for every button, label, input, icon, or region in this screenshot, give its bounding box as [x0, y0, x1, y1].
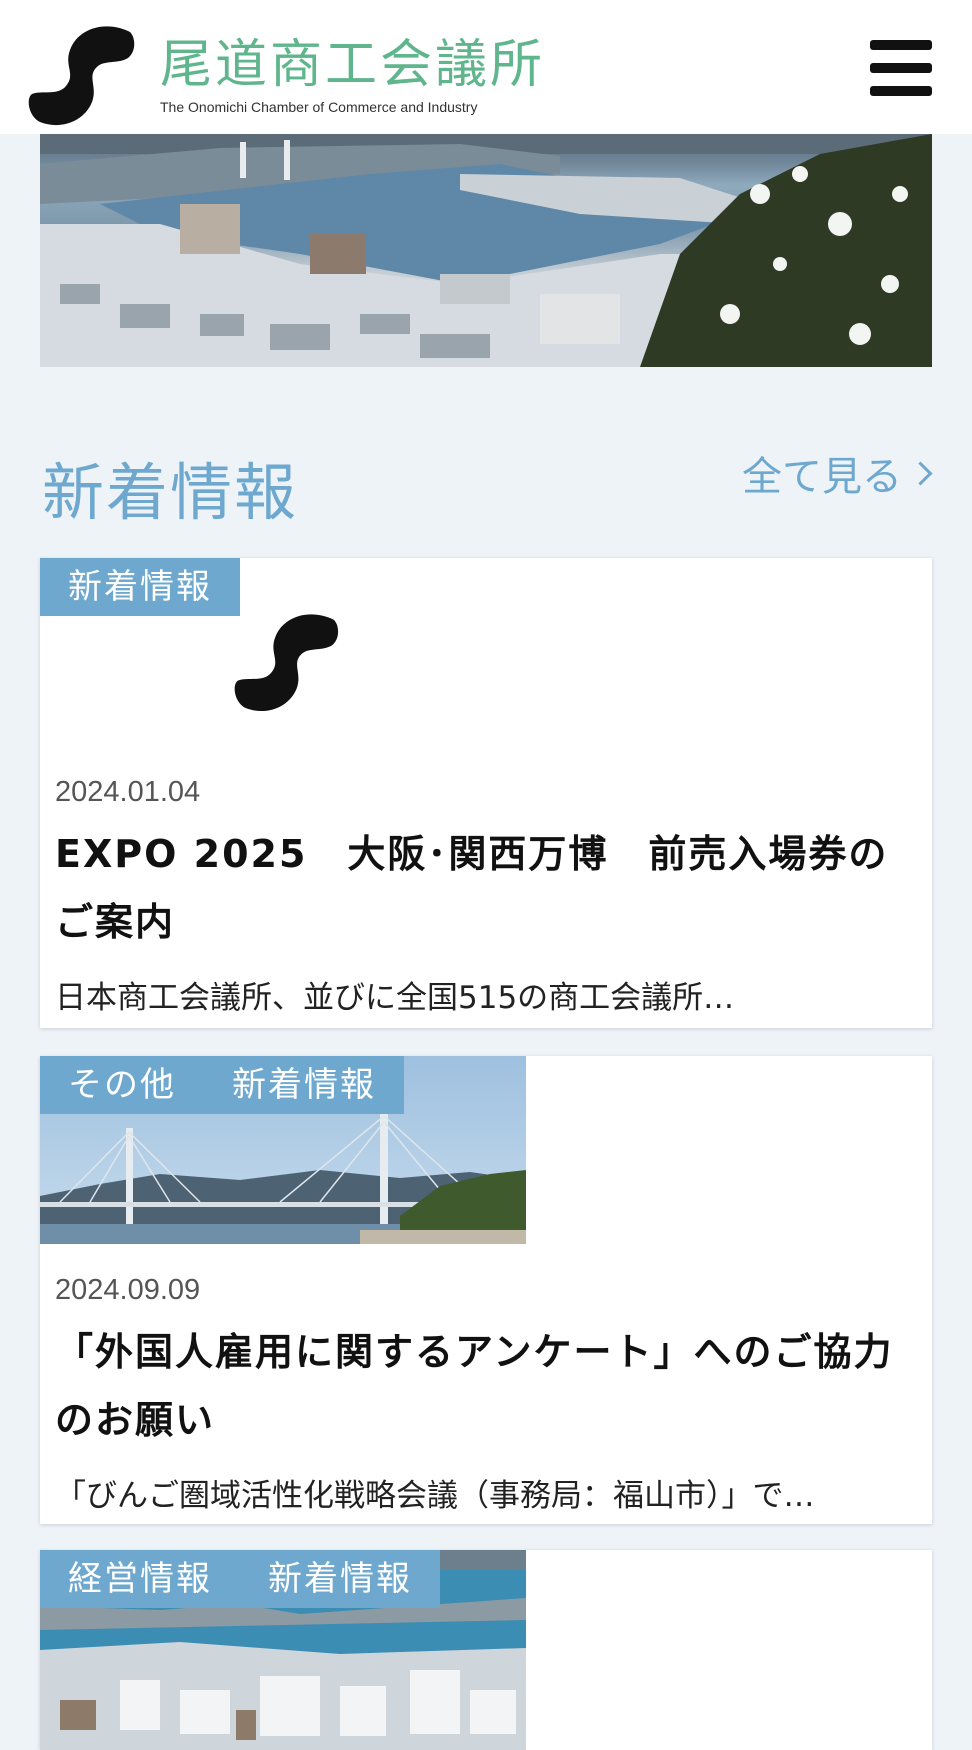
site-title[interactable]: 尾道商工会議所 [160, 22, 545, 97]
post-excerpt: 「びんご圏域活性化戦略会議（事務局：福山市）」で… [55, 1478, 815, 1514]
category-tags: 新着情報 [40, 558, 240, 616]
news-card[interactable]: 新着情報 2024.01.04 EXPO 2025 大阪･関西万博 前売入場券の… [40, 558, 932, 1028]
news-card[interactable]: 経営情報 新着情報 [40, 1550, 932, 1750]
hamburger-menu-button[interactable] [870, 40, 932, 96]
post-excerpt: 日本商工会議所、並びに全国515の商工会議所… [55, 980, 735, 1016]
post-date: 2024.09.09 [55, 1274, 201, 1306]
category-tag[interactable]: 経営情報 [40, 1550, 240, 1608]
view-all-label: 全て見る [742, 454, 902, 500]
post-title[interactable]: EXPO 2025 大阪･関西万博 前売入場券のご案内 [55, 820, 925, 956]
chevron-right-icon [908, 460, 933, 486]
site-header: 尾道商工会議所 The Onomichi Chamber of Commerce… [0, 0, 972, 134]
menu-bar-icon [870, 40, 932, 50]
section-title: 新着情報 [42, 456, 299, 529]
chamber-logo-icon[interactable] [26, 24, 136, 126]
news-card[interactable]: その他 新着情報 2024.09.09 「外国人雇用に関するアンケート」へのご協… [40, 1056, 932, 1524]
category-tag[interactable]: 新着情報 [240, 1550, 440, 1608]
site-subtitle: The Onomichi Chamber of Commerce and Ind… [160, 99, 478, 115]
post-title[interactable]: 「外国人雇用に関するアンケート」へのご協力のお願い [55, 1318, 925, 1454]
category-tag[interactable]: その他 [40, 1056, 204, 1114]
category-tags: その他 新着情報 [40, 1056, 404, 1114]
category-tags: 経営情報 新着情報 [40, 1550, 440, 1608]
view-all-link[interactable]: 全て見る [742, 444, 933, 502]
onomichi-harbor-photo [40, 134, 932, 367]
hero-image [40, 134, 932, 367]
menu-bar-icon [870, 63, 932, 73]
menu-bar-icon [870, 86, 932, 96]
post-date: 2024.01.04 [55, 776, 201, 808]
category-tag[interactable]: 新着情報 [204, 1056, 404, 1114]
category-tag[interactable]: 新着情報 [40, 558, 240, 616]
